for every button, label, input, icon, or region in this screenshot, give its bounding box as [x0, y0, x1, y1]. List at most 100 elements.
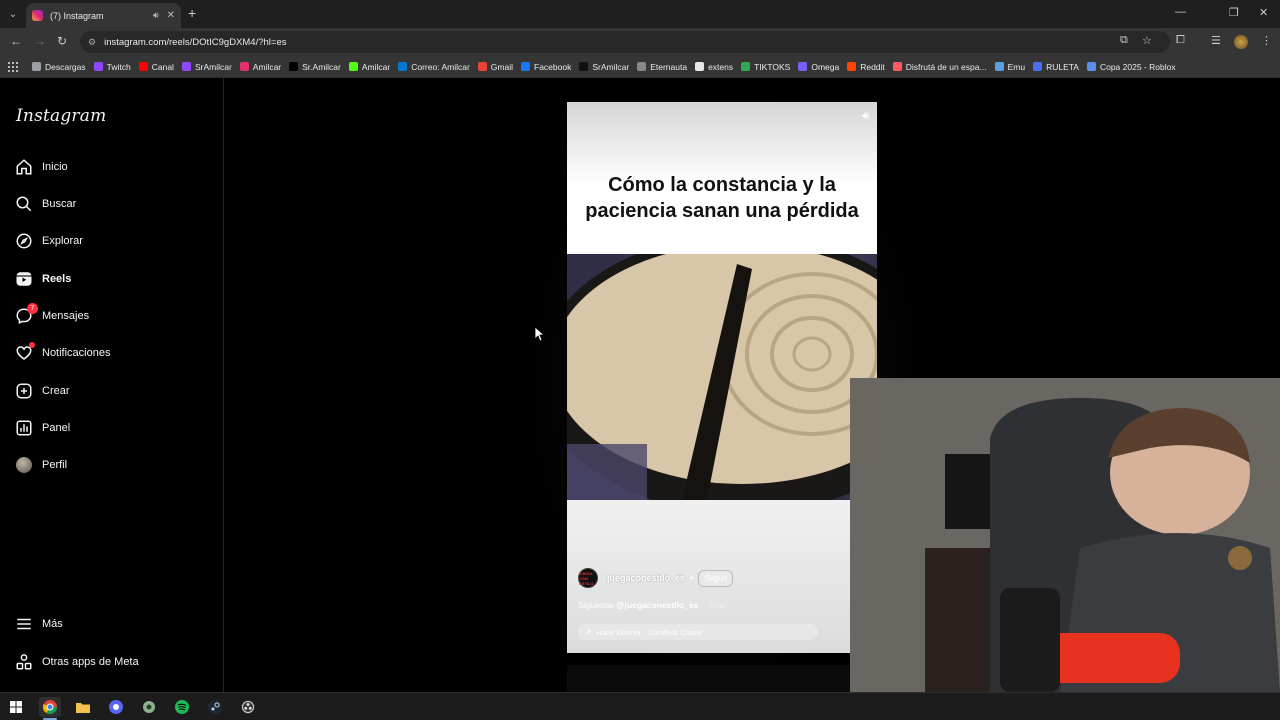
- plus-icon: +: [188, 5, 197, 21]
- tab-search-button[interactable]: ⌄: [4, 5, 22, 23]
- description-handle-link[interactable]: @juegaconestilo_es: [616, 600, 698, 610]
- nav-label: Crear: [42, 385, 70, 397]
- nav-item-buscar[interactable]: Buscar: [14, 189, 210, 219]
- notification-dot: [29, 342, 35, 348]
- bookmark-item[interactable]: Descargas: [32, 62, 86, 72]
- apps-grid-icon[interactable]: [8, 61, 18, 72]
- bookmark-item[interactable]: Emu: [994, 61, 1026, 72]
- bookmark-favicon-icon: [521, 62, 530, 71]
- bookmark-favicon-icon: [93, 62, 103, 71]
- bookmark-label: SrAmilcar: [194, 61, 232, 72]
- bookmark-label: Emu: [1007, 61, 1026, 72]
- bookmark-item[interactable]: Disfrutá de un espa...: [892, 62, 987, 72]
- bookmark-label: Canal: [151, 61, 174, 72]
- bookmark-item[interactable]: extens: [695, 62, 733, 72]
- description-prefix: Síguenos: [578, 600, 614, 610]
- bookmark-favicon-icon: [579, 62, 589, 71]
- nav-item-panel[interactable]: Panel: [14, 413, 210, 443]
- bookmark-label: Copa 2025 - Roblox: [1099, 61, 1176, 72]
- bookmark-label: Gmail: [490, 61, 513, 72]
- kebab-menu-icon[interactable]: ⋮: [1261, 34, 1272, 47]
- new-tab-button[interactable]: +: [188, 5, 196, 21]
- bookmark-item[interactable]: Sr.Amilcar: [289, 62, 341, 72]
- bookmark-item[interactable]: Twitch: [93, 62, 131, 72]
- nav-item-explorar[interactable]: Explorar: [14, 226, 210, 256]
- sand-plate-illustration: [567, 254, 877, 500]
- bookmark-item[interactable]: TIKTOKS: [741, 62, 790, 72]
- reel-description: Síguenos @juegaconestilo_es ... más: [578, 600, 726, 610]
- nav-item-reels[interactable]: Reels: [14, 264, 210, 294]
- back-button[interactable]: ←: [10, 34, 22, 48]
- bookmark-item[interactable]: Amilcar: [239, 62, 281, 72]
- speaker-icon[interactable]: 🔊︎: [153, 10, 159, 21]
- bookmark-favicon-icon: [289, 62, 299, 71]
- bookmark-item[interactable]: Copa 2025 - Roblox: [1086, 61, 1176, 72]
- nav-item-crear[interactable]: Crear: [14, 376, 210, 406]
- windows-start-button[interactable]: [5, 697, 27, 717]
- install-app-icon[interactable]: ⧉: [1120, 34, 1128, 47]
- more-link[interactable]: ... más: [701, 600, 727, 610]
- bookmark-item[interactable]: SrAmilcar: [579, 62, 629, 72]
- bookmark-item[interactable]: Facebook: [521, 62, 571, 72]
- bookmark-item[interactable]: Canal: [138, 61, 174, 72]
- reel-video-player[interactable]: Cómo la constancia y la paciencia sanan …: [567, 102, 877, 653]
- bookmark-favicon-icon: [477, 62, 487, 71]
- nav-label: Perfil: [42, 459, 68, 471]
- bookmark-favicon-icon: [398, 62, 408, 71]
- instagram-sidebar: Instagram Inicio Buscar Explorar Reels 7…: [0, 78, 224, 692]
- bookmark-item[interactable]: Gmail: [477, 61, 513, 72]
- volume-icon[interactable]: 🔊︎: [862, 110, 869, 123]
- follow-button[interactable]: Seguir: [698, 569, 734, 587]
- bookmark-favicon-icon: [798, 62, 808, 71]
- next-reel-peek[interactable]: [567, 665, 877, 692]
- taskbar-obs[interactable]: [237, 697, 259, 717]
- bookmark-label: TIKTOKS: [754, 61, 791, 72]
- reels-icon: [14, 269, 34, 289]
- instagram-logo[interactable]: Instagram: [16, 106, 106, 126]
- site-info-icon[interactable]: ⚙: [88, 37, 96, 48]
- taskbar-steam[interactable]: [204, 697, 226, 717]
- nav-item-meta-apps[interactable]: Otras apps de Meta: [14, 647, 210, 677]
- bookmark-item[interactable]: Eternauta: [637, 62, 687, 72]
- audio-track-chip[interactable]: ↗ Hans Zimmer · Cornfield Chase: [578, 624, 818, 640]
- nav-item-notificaciones[interactable]: Notificaciones: [14, 338, 210, 368]
- bookmark-item[interactable]: RULETA: [1033, 62, 1079, 72]
- bookmark-label: RULETA: [1046, 61, 1079, 72]
- nav-label: Reels: [42, 273, 72, 285]
- taskbar-chrome[interactable]: [39, 697, 61, 720]
- bookmark-item[interactable]: Reddit: [847, 62, 885, 72]
- window-close-button[interactable]: ✕: [1259, 6, 1268, 19]
- steam-icon: [208, 700, 222, 714]
- bookmark-item[interactable]: Omega: [798, 62, 839, 72]
- restore-button[interactable]: ❐: [1229, 6, 1239, 19]
- browser-tab-instagram[interactable]: (7) Instagram 🔊︎ ✕: [26, 3, 181, 28]
- nav-item-perfil[interactable]: Perfil: [14, 450, 210, 480]
- taskbar-app[interactable]: [138, 697, 160, 717]
- reading-list-icon[interactable]: ☰: [1211, 34, 1221, 47]
- nav-item-mensajes[interactable]: 7 Mensajes: [14, 301, 210, 331]
- folder-icon: [76, 703, 90, 713]
- reel-video-frame: [567, 254, 877, 500]
- profile-avatar-button[interactable]: [1234, 35, 1248, 49]
- bookmark-star-icon[interactable]: ☆: [1142, 34, 1152, 47]
- forward-button[interactable]: →: [34, 34, 46, 48]
- taskbar-file-explorer[interactable]: [72, 697, 94, 717]
- author-username[interactable]: juegaconestilo_es: [607, 573, 685, 583]
- close-icon[interactable]: ✕: [167, 10, 175, 21]
- author-avatar[interactable]: JUEGA CON ESTILO: [578, 568, 598, 588]
- arrow-left-icon: ←: [10, 34, 22, 48]
- reload-button[interactable]: ↻: [57, 34, 67, 48]
- bookmark-item[interactable]: Correo: Amilcar: [398, 62, 470, 72]
- address-bar[interactable]: ⚙ instagram.com/reels/DOtIC9gDXM4/?hl=es: [80, 31, 1170, 53]
- taskbar-chrome-profile[interactable]: [105, 697, 127, 717]
- nav-label: Buscar: [42, 198, 77, 210]
- taskbar-spotify[interactable]: [171, 697, 193, 717]
- separator-dot: •: [690, 573, 694, 583]
- extensions-icon[interactable]: ⧠: [1176, 34, 1185, 47]
- nav-item-mas[interactable]: Más: [14, 609, 210, 639]
- bookmark-item[interactable]: SrAmilcar: [181, 61, 232, 72]
- nav-item-inicio[interactable]: Inicio: [14, 152, 210, 182]
- bookmark-item[interactable]: Amilcar: [348, 62, 390, 72]
- obs-icon: [241, 700, 255, 714]
- minimize-button[interactable]: —: [1175, 6, 1186, 18]
